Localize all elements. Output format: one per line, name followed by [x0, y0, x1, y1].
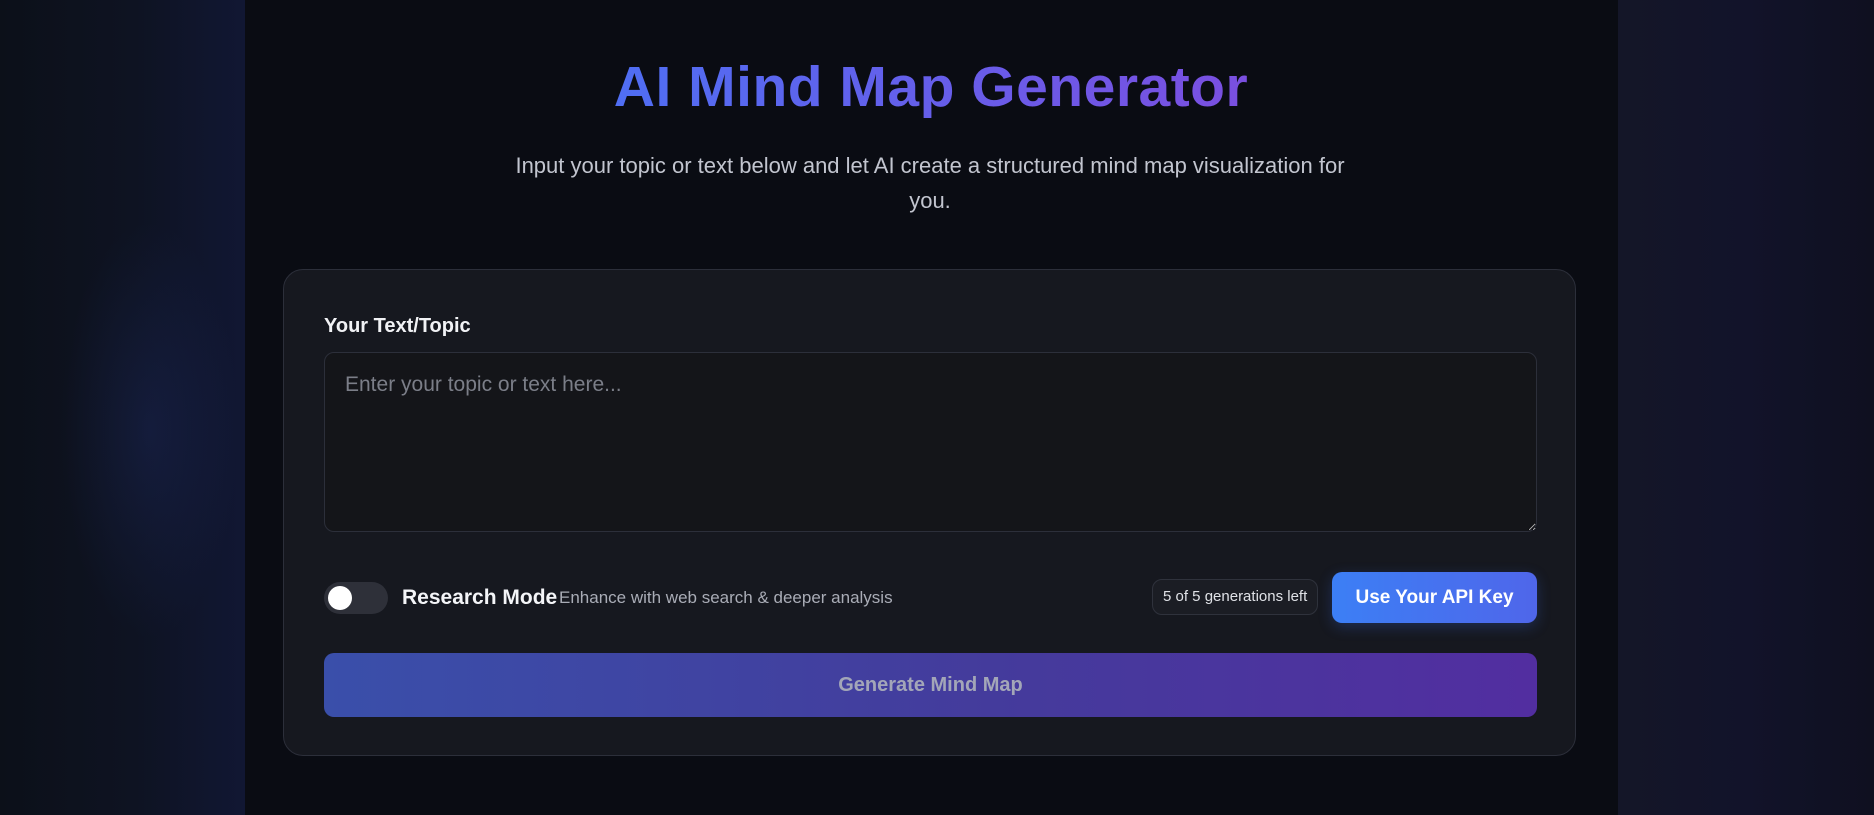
topic-textarea[interactable]	[324, 352, 1537, 532]
generations-left-badge: 5 of 5 generations left	[1152, 579, 1319, 615]
generate-mind-map-button[interactable]: Generate Mind Map	[324, 653, 1537, 717]
page-title: AI Mind Map Generator	[0, 52, 1862, 122]
toggle-knob	[328, 586, 352, 610]
research-mode-label: Research Mode	[402, 586, 558, 609]
text-topic-label: Your Text/Topic	[324, 315, 471, 337]
use-api-key-button[interactable]: Use Your API Key	[1332, 572, 1537, 623]
research-mode-description: Enhance with web search & deeper analysi…	[559, 588, 893, 607]
page: AI Mind Map Generator Input your topic o…	[0, 0, 1874, 815]
input-card: Your Text/Topic Research Mode Enhance wi…	[283, 269, 1576, 756]
left-background-panel	[0, 0, 245, 815]
page-title-text: AI Mind Map Generator	[613, 55, 1249, 119]
right-background-panel	[1618, 0, 1874, 815]
research-mode-toggle[interactable]	[324, 582, 388, 614]
page-subtitle: Input your topic or text below and let A…	[515, 153, 1345, 213]
